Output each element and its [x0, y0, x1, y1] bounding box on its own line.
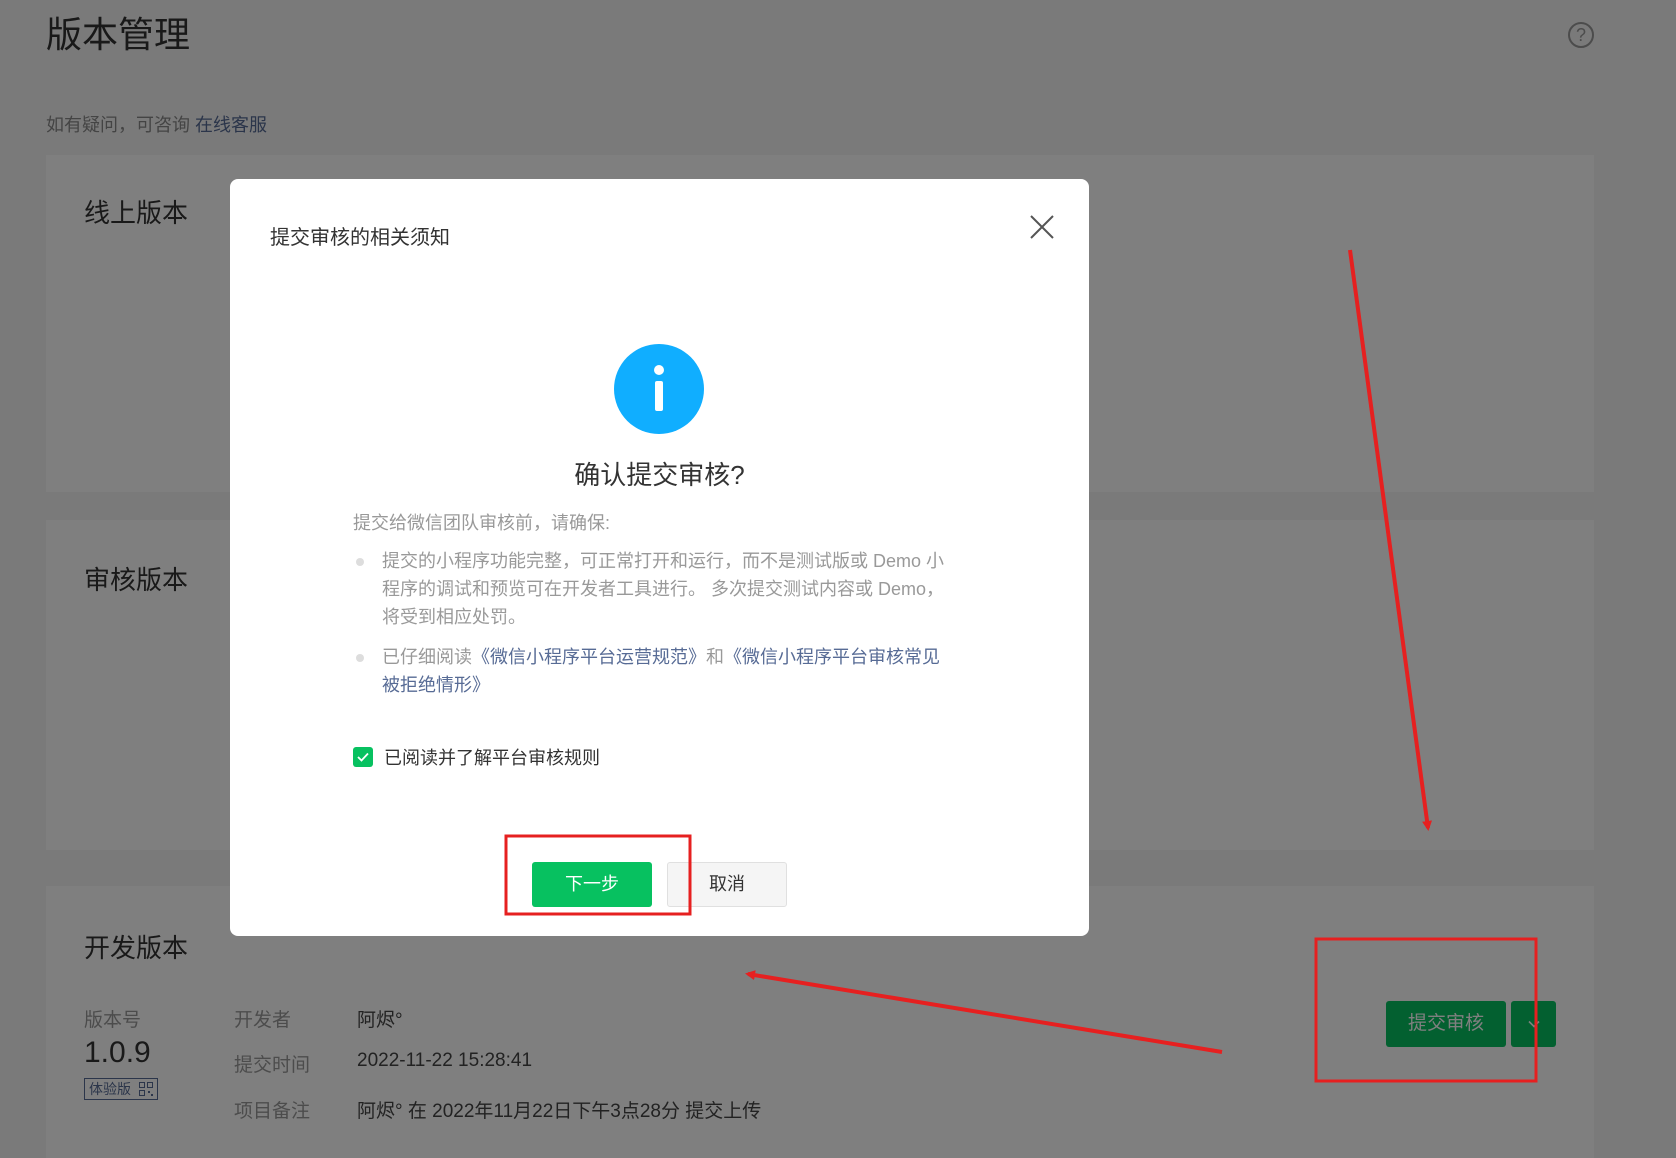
requirement-and: 和	[706, 647, 724, 667]
list-item: 已仔细阅读《微信小程序平台运营规范》和《微信小程序平台审核常见被拒绝情形》	[353, 643, 953, 699]
agree-label: 已阅读并了解平台审核规则	[384, 748, 600, 768]
info-icon	[614, 344, 704, 434]
confirm-title: 确认提交审核?	[574, 460, 745, 490]
modal-title: 提交审核的相关须知	[270, 227, 450, 249]
version-management-page: 版本管理 ? 如有疑问，可咨询 在线客服 线上版本 审核版本 开发版本 版本号 …	[0, 0, 1676, 1158]
agree-rules-row[interactable]: 已阅读并了解平台审核规则	[353, 744, 600, 770]
cancel-button[interactable]: 取消	[667, 862, 787, 907]
requirement-text-1: 提交的小程序功能完整，可正常打开和运行，而不是测试版或 Demo 小程序的调试和…	[382, 551, 945, 627]
operation-rules-link[interactable]: 《微信小程序平台运营规范》	[472, 647, 706, 667]
submit-review-modal: 提交审核的相关须知 确认提交审核? 提交给微信团队审核前，请确保: 提交的小程序…	[230, 179, 1089, 936]
requirement-prefix: 已仔细阅读	[382, 647, 472, 667]
close-icon[interactable]	[1024, 209, 1060, 245]
checkmark-icon	[357, 752, 369, 762]
bullet-dot	[356, 654, 364, 662]
description-lead: 提交给微信团队审核前，请确保:	[353, 513, 610, 533]
list-item: 提交的小程序功能完整，可正常打开和运行，而不是测试版或 Demo 小程序的调试和…	[353, 547, 953, 631]
agree-checkbox[interactable]	[353, 747, 373, 767]
requirements-list: 提交的小程序功能完整，可正常打开和运行，而不是测试版或 Demo 小程序的调试和…	[353, 547, 953, 711]
next-step-button[interactable]: 下一步	[532, 862, 652, 907]
bullet-dot	[356, 558, 364, 566]
